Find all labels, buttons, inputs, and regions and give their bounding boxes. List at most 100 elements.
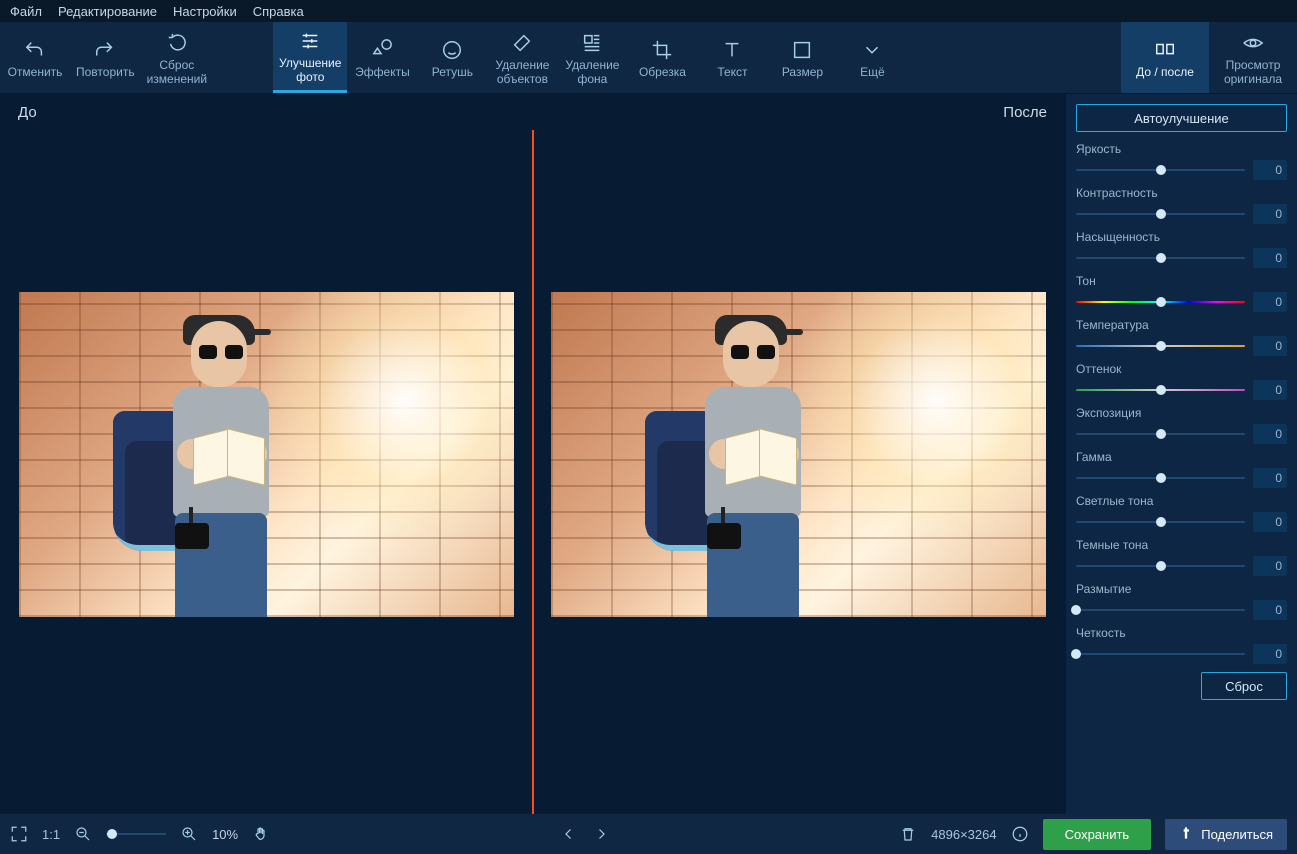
tool-objremove-label: Удалениеобъектов bbox=[495, 59, 549, 87]
tool-crop[interactable]: Обрезка bbox=[627, 22, 697, 93]
slider-hue-value[interactable]: 0 bbox=[1253, 292, 1287, 312]
slider-saturation-value[interactable]: 0 bbox=[1253, 248, 1287, 268]
pane-before[interactable]: До bbox=[0, 94, 533, 814]
slider-saturation-label: Насыщенность bbox=[1076, 230, 1287, 244]
zoom-in-button[interactable] bbox=[180, 825, 198, 843]
slider-sharpness: Четкость 0 bbox=[1076, 626, 1287, 664]
tool-crop-label: Обрезка bbox=[639, 66, 686, 80]
menu-3[interactable]: Справка bbox=[253, 4, 304, 19]
slider-contrast-value[interactable]: 0 bbox=[1253, 204, 1287, 224]
slider-shadows: Темные тона0 bbox=[1076, 538, 1287, 576]
share-label: Поделиться bbox=[1201, 827, 1273, 842]
prev-button[interactable] bbox=[560, 825, 578, 843]
slider-hue-track[interactable] bbox=[1076, 297, 1245, 307]
slider-shadows-value[interactable]: 0 bbox=[1253, 556, 1287, 576]
photo-after bbox=[551, 292, 1046, 617]
text-icon bbox=[721, 39, 743, 61]
tool-bgremove-label: Удалениефона bbox=[565, 59, 619, 87]
zoom-in-icon bbox=[180, 825, 198, 843]
delete-button[interactable] bbox=[899, 825, 917, 843]
slider-temperature-label: Температура bbox=[1076, 318, 1287, 332]
slider-shadows-track[interactable] bbox=[1076, 561, 1245, 571]
tool-undo-label: Отменить bbox=[8, 66, 63, 80]
slider-highlights-track[interactable] bbox=[1076, 517, 1245, 527]
tool-more[interactable]: Ещё bbox=[837, 22, 907, 93]
hand-icon bbox=[252, 825, 270, 843]
slider-tint: Оттенок 0 bbox=[1076, 362, 1287, 400]
face-icon bbox=[441, 39, 463, 61]
adjust-panel: Автоулучшение Яркость0Контрастность0Насы… bbox=[1065, 94, 1297, 814]
redo-icon bbox=[94, 39, 116, 61]
tool-undo[interactable]: Отменить bbox=[0, 22, 70, 93]
trash-icon bbox=[899, 825, 917, 843]
tool-objremove[interactable]: Удалениеобъектов bbox=[487, 22, 557, 93]
tool-resize[interactable]: Размер bbox=[767, 22, 837, 93]
slider-contrast-track[interactable] bbox=[1076, 209, 1245, 219]
tool-original[interactable]: Просмотроригинала bbox=[1209, 22, 1297, 93]
tool-retouch[interactable]: Ретушь bbox=[417, 22, 487, 93]
slider-gamma-value[interactable]: 0 bbox=[1253, 468, 1287, 488]
tool-effects-label: Эффекты bbox=[355, 66, 410, 80]
zoom-slider[interactable] bbox=[106, 833, 166, 835]
zoom-out-button[interactable] bbox=[74, 825, 92, 843]
slider-tint-track[interactable] bbox=[1076, 385, 1245, 395]
slider-brightness-track[interactable] bbox=[1076, 165, 1245, 175]
label-after: После bbox=[1003, 104, 1047, 121]
pan-button[interactable] bbox=[252, 825, 270, 843]
slider-exposure-value[interactable]: 0 bbox=[1253, 424, 1287, 444]
sliders-icon bbox=[299, 30, 321, 52]
tool-effects[interactable]: Эффекты bbox=[347, 22, 417, 93]
menu-0[interactable]: Файл bbox=[10, 4, 42, 19]
slider-temperature-value[interactable]: 0 bbox=[1253, 336, 1287, 356]
slider-blur: Размытие0 bbox=[1076, 582, 1287, 620]
compare-divider[interactable] bbox=[532, 130, 534, 814]
slider-sharpness-track[interactable] bbox=[1076, 649, 1245, 659]
slider-gamma-label: Гамма bbox=[1076, 450, 1287, 464]
slider-tint-label: Оттенок bbox=[1076, 362, 1287, 376]
fullscreen-button[interactable] bbox=[10, 825, 28, 843]
prev-icon bbox=[560, 825, 578, 843]
info-button[interactable] bbox=[1011, 825, 1029, 843]
slider-sharpness-label: Четкость bbox=[1076, 626, 1287, 640]
tool-reset[interactable]: Сбросизменений bbox=[141, 22, 213, 93]
statusbar: 1:1 10% 4896×3264 Сохранить Поделиться bbox=[0, 814, 1297, 854]
tool-redo[interactable]: Повторить bbox=[70, 22, 141, 93]
slider-gamma-track[interactable] bbox=[1076, 473, 1245, 483]
slider-saturation: Насыщенность 0 bbox=[1076, 230, 1287, 268]
menu-2[interactable]: Настройки bbox=[173, 4, 237, 19]
fit-ratio[interactable]: 1:1 bbox=[42, 827, 60, 842]
slider-brightness-value[interactable]: 0 bbox=[1253, 160, 1287, 180]
slider-temperature-track[interactable] bbox=[1076, 341, 1245, 351]
chevron-down-icon bbox=[861, 39, 883, 61]
reset-button[interactable]: Сброс bbox=[1201, 672, 1287, 700]
bgremove-icon bbox=[581, 32, 603, 54]
slider-sharpness-value[interactable]: 0 bbox=[1253, 644, 1287, 664]
fullscreen-icon bbox=[10, 825, 28, 843]
menu-1[interactable]: Редактирование bbox=[58, 4, 157, 19]
undo-icon bbox=[24, 39, 46, 61]
share-button[interactable]: Поделиться bbox=[1165, 819, 1287, 850]
slider-saturation-track[interactable] bbox=[1076, 253, 1245, 263]
pane-after[interactable]: После bbox=[533, 94, 1066, 814]
workspace: До После bbox=[0, 94, 1065, 814]
slider-exposure-track[interactable] bbox=[1076, 429, 1245, 439]
tool-text-label: Текст bbox=[717, 66, 747, 80]
slider-tint-value[interactable]: 0 bbox=[1253, 380, 1287, 400]
toolbar: Отменить ПовторитьСбросизменений Улучшени… bbox=[0, 22, 1297, 94]
tool-beforeafter[interactable]: До / после bbox=[1121, 22, 1209, 93]
auto-enhance-button[interactable]: Автоулучшение bbox=[1076, 104, 1287, 132]
next-button[interactable] bbox=[592, 825, 610, 843]
slider-contrast: Контрастность 0 bbox=[1076, 186, 1287, 224]
slider-gamma: Гамма 0 bbox=[1076, 450, 1287, 488]
slider-highlights-value[interactable]: 0 bbox=[1253, 512, 1287, 532]
tool-text[interactable]: Текст bbox=[697, 22, 767, 93]
tool-enhance[interactable]: Улучшениефото bbox=[273, 22, 347, 93]
slider-hue: Тон0 bbox=[1076, 274, 1287, 312]
tool-bgremove[interactable]: Удалениефона bbox=[557, 22, 627, 93]
slider-contrast-label: Контрастность bbox=[1076, 186, 1287, 200]
slider-blur-value[interactable]: 0 bbox=[1253, 600, 1287, 620]
slider-blur-track[interactable] bbox=[1076, 605, 1245, 615]
save-button[interactable]: Сохранить bbox=[1043, 819, 1152, 850]
zoom-out-icon bbox=[74, 825, 92, 843]
slider-highlights: Светлые тона0 bbox=[1076, 494, 1287, 532]
